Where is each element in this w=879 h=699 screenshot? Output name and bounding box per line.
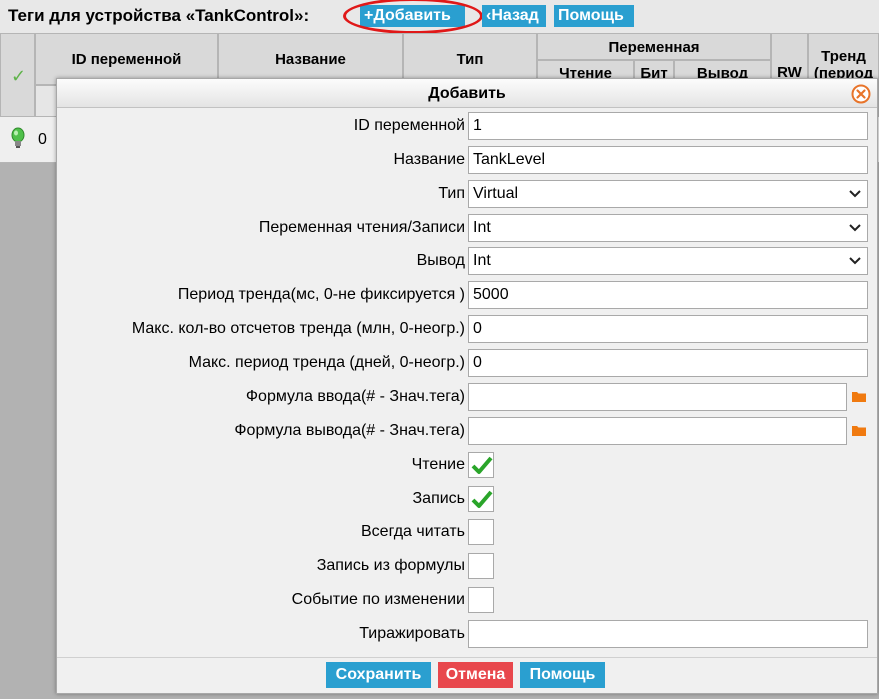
header-check-col: ✓ (0, 33, 35, 117)
write-from-formula-checkbox[interactable] (468, 553, 494, 579)
output-formula-label: Формула вывода(# - Знач.тега) (234, 422, 465, 439)
write-from-formula-label: Запись из формулы (316, 557, 465, 574)
field-row-rw-var: Переменная чтения/Записи Int (57, 213, 877, 243)
trend-period-input[interactable]: 5000 (468, 281, 868, 309)
add-tag-dialog: Добавить ID переменной 1 Название TankLe… (56, 78, 878, 694)
row-id-cell: 0 (38, 131, 47, 148)
field-row-name: Название TankLevel (57, 145, 877, 175)
field-row-output: Вывод Int (57, 246, 877, 276)
output-formula-input[interactable] (468, 417, 847, 445)
field-row-read: Чтение (57, 450, 877, 480)
output-select[interactable]: Int (468, 247, 868, 275)
dialog-header: Добавить (57, 79, 877, 108)
chevron-down-icon (849, 224, 861, 232)
name-label: Название (393, 151, 466, 168)
trend-max-days-input[interactable]: 0 (468, 349, 868, 377)
dialog-title: Добавить (428, 85, 506, 102)
col-variable-group: Переменная (537, 33, 771, 60)
name-input[interactable]: TankLevel (468, 146, 868, 174)
type-label: Тип (438, 185, 465, 202)
chevron-down-icon (849, 190, 861, 198)
field-row-type: Тип Virtual (57, 179, 877, 209)
field-row-input-formula: Формула ввода(# - Знач.тега) (57, 382, 877, 412)
field-row-trend-period: Период тренда(мс, 0-не фиксируется ) 500… (57, 280, 877, 310)
var-id-input[interactable]: 1 (468, 112, 868, 140)
bulb-icon (11, 127, 25, 148)
field-row-var-id: ID переменной 1 (57, 111, 877, 141)
page-title: Теги для устройства «TankControl»: (8, 6, 310, 25)
cancel-button[interactable]: Отмена (438, 662, 513, 688)
field-row-event-on-change: Событие по изменении (57, 585, 877, 615)
write-checkbox[interactable] (468, 486, 494, 512)
help-button[interactable]: Помощь (520, 662, 605, 688)
rw-var-label: Переменная чтения/Записи (258, 219, 465, 236)
read-checkbox[interactable] (468, 452, 494, 478)
replicate-label: Тиражировать (359, 625, 465, 642)
field-row-output-formula: Формула вывода(# - Знач.тега) (57, 416, 877, 446)
output-select-value: Int (473, 252, 491, 269)
save-button[interactable]: Сохранить (326, 662, 431, 688)
field-row-write-from-formula: Запись из формулы (57, 551, 877, 581)
help-button-top[interactable]: Помощь (554, 5, 634, 27)
check-icon: ✓ (11, 66, 27, 86)
rw-var-select-value: Int (473, 219, 491, 236)
read-label: Чтение (411, 456, 465, 473)
type-select[interactable]: Virtual (468, 180, 868, 208)
trend-max-days-label: Макс. период тренда (дней, 0-неогр.) (188, 354, 465, 371)
top-bar: Теги для устройства «TankControl»: +Доба… (0, 0, 879, 34)
always-read-checkbox[interactable] (468, 519, 494, 545)
checkmark-icon (471, 490, 493, 508)
input-formula-label: Формула ввода(# - Знач.тега) (245, 388, 465, 405)
trend-max-count-input[interactable]: 0 (468, 315, 868, 343)
event-on-change-checkbox[interactable] (468, 587, 494, 613)
field-row-always-read: Всегда читать (57, 517, 877, 547)
rw-var-select[interactable]: Int (468, 214, 868, 242)
input-formula-input[interactable] (468, 383, 847, 411)
field-row-write: Запись (57, 484, 877, 514)
chevron-down-icon (849, 257, 861, 265)
highlight-ellipse (343, 0, 483, 34)
back-button[interactable]: ‹Назад (482, 5, 546, 27)
field-row-replicate: Тиражировать (57, 619, 877, 649)
type-select-value: Virtual (473, 185, 519, 202)
field-row-trend-max-count: Макс. кол-во отсчетов тренда (млн, 0-нео… (57, 314, 877, 344)
folder-icon[interactable] (852, 391, 866, 402)
output-label: Вывод (416, 252, 465, 269)
trend-period-label: Период тренда(мс, 0-не фиксируется ) (177, 286, 465, 303)
trend-max-count-label: Макс. кол-во отсчетов тренда (млн, 0-нео… (131, 320, 465, 337)
close-icon[interactable] (851, 84, 871, 104)
write-label: Запись (412, 490, 466, 507)
field-row-trend-max-days: Макс. период тренда (дней, 0-неогр.) 0 (57, 348, 877, 378)
var-id-label: ID переменной (353, 117, 465, 134)
folder-icon[interactable] (852, 425, 866, 436)
checkmark-icon (471, 456, 493, 474)
dialog-footer: Сохранить Отмена Помощь (57, 657, 877, 693)
event-on-change-label: Событие по изменении (291, 591, 465, 608)
always-read-label: Всегда читать (361, 523, 465, 540)
replicate-input[interactable] (468, 620, 868, 648)
